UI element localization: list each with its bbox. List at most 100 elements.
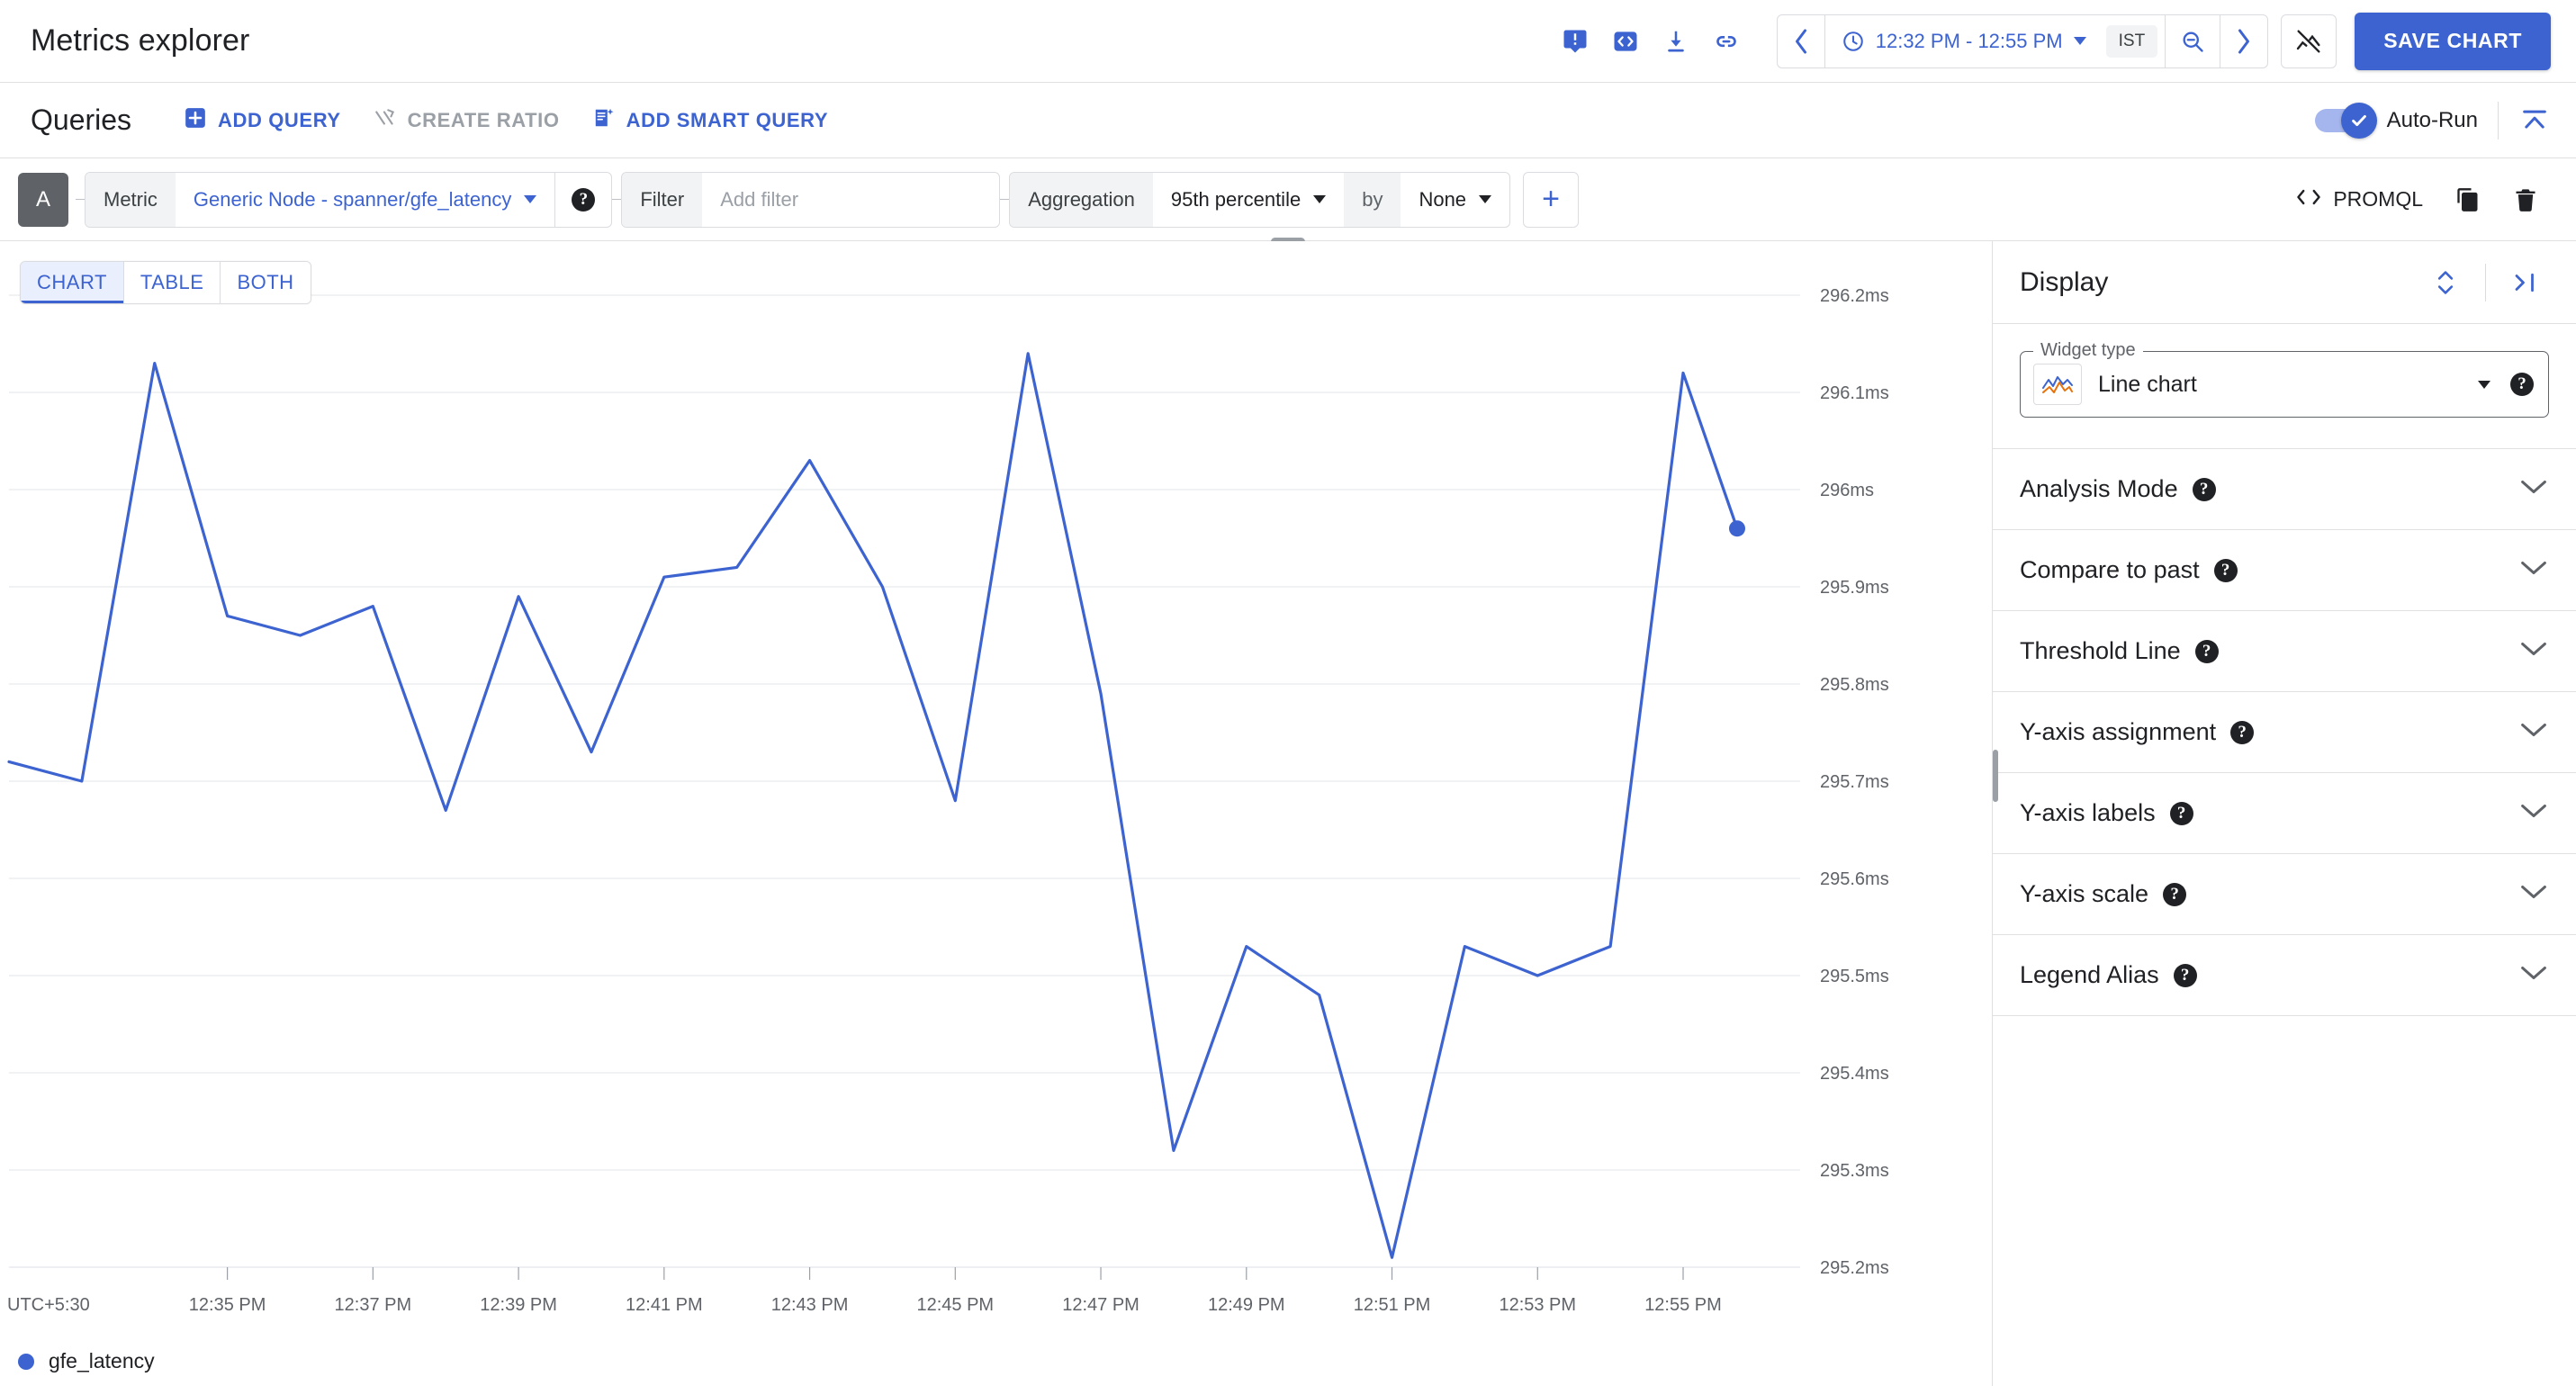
y-axis-tick-label: 295.3ms — [1820, 1161, 1889, 1181]
download-icon[interactable] — [1651, 16, 1701, 67]
chevron-down-icon — [2518, 720, 2549, 744]
divider — [2498, 101, 2499, 140]
groupby-select[interactable]: None — [1401, 173, 1509, 227]
display-section-y-axis-scale[interactable]: Y-axis scale? — [1993, 854, 2576, 935]
display-section-threshold-line[interactable]: Threshold Line? — [1993, 611, 2576, 692]
section-label: Legend Alias — [2020, 961, 2159, 988]
tab-chart[interactable]: CHART — [21, 262, 124, 303]
widget-type-select[interactable]: Widget type Line chart ? — [2020, 340, 2549, 418]
panel-scrollbar[interactable] — [1993, 750, 1998, 802]
autorun-toggle[interactable] — [2314, 102, 2377, 139]
x-axis-tick-label: 12:53 PM — [1499, 1295, 1576, 1315]
tab-table[interactable]: TABLE — [123, 262, 221, 303]
section-label: Threshold Line — [2020, 637, 2181, 664]
line-chart-svg[interactable]: 296.2ms 296.1ms 296ms 295.9ms 295.8ms 295.7ms… — [0, 241, 1992, 1386]
time-range-label: 12:32 PM - 12:55 PM — [1875, 29, 2063, 52]
metric-field-group: Metric Generic Node - spanner/gfe_latenc… — [85, 171, 613, 228]
chevron-down-icon — [1313, 195, 1327, 203]
plus-square-icon — [184, 106, 207, 135]
x-axis-tick-label: 12:51 PM — [1354, 1295, 1431, 1315]
tab-both[interactable]: BOTH — [221, 262, 311, 303]
queries-bar: Queries ADD QUERY CREATE RATIO ADD SMART… — [0, 83, 2576, 158]
code-icon[interactable] — [1600, 16, 1651, 67]
display-section-legend-alias[interactable]: Legend Alias? — [1993, 935, 2576, 1016]
help-icon: ? — [2163, 882, 2187, 906]
plot-area[interactable]: 296.2ms 296.1ms 296ms 295.9ms 295.8ms 295.7ms… — [0, 241, 1992, 1386]
y-axis-tick-label: 295.6ms — [1820, 869, 1889, 889]
create-ratio-button[interactable]: CREATE RATIO — [357, 97, 576, 144]
chevron-down-icon — [2478, 380, 2490, 389]
groupby-value: None — [1419, 187, 1467, 211]
query-letter-chip[interactable]: A — [18, 172, 68, 227]
help-icon-button[interactable]: ? — [2192, 477, 2216, 501]
queries-title: Queries — [31, 104, 132, 136]
filter-field-group: Filter Add filter — [621, 171, 1001, 228]
hide-legend-icon[interactable] — [2281, 14, 2337, 68]
metric-select[interactable]: Generic Node - spanner/gfe_latency — [176, 173, 554, 227]
delete-query-icon[interactable] — [2500, 175, 2551, 225]
save-chart-button[interactable]: SAVE CHART — [2355, 12, 2551, 70]
y-axis-tick-label: 295.4ms — [1820, 1064, 1889, 1084]
metric-value: Generic Node - spanner/gfe_latency — [193, 187, 512, 211]
y-axis-tick-label: 295.5ms — [1820, 967, 1889, 986]
chart-legend[interactable]: gfe_latency — [18, 1349, 155, 1373]
feedback-icon[interactable] — [1550, 16, 1600, 67]
connector — [612, 199, 622, 200]
autorun-control: Auto-Run — [2314, 102, 2478, 139]
duplicate-query-icon[interactable] — [2443, 175, 2493, 225]
y-axis-tick-label: 296ms — [1820, 481, 1874, 500]
appbar-tools: 12:32 PM - 12:55 PM IST SAVE CHART — [1550, 12, 2551, 70]
time-prev-button[interactable] — [1778, 15, 1824, 68]
chevron-down-icon — [1479, 195, 1492, 203]
display-section-y-axis-labels[interactable]: Y-axis labels? — [1993, 773, 2576, 854]
y-axis-tick-label: 296.1ms — [1820, 383, 1889, 403]
connector — [1000, 199, 1010, 200]
display-section-y-axis-assignment[interactable]: Y-axis assignment? — [1993, 692, 2576, 773]
filter-input[interactable]: Add filter — [702, 173, 999, 227]
collapse-queries-button[interactable] — [2518, 105, 2551, 136]
section-label: Y-axis assignment — [2020, 718, 2217, 745]
grid-lines — [9, 294, 1800, 1268]
y-axis-tick-label: 295.8ms — [1820, 675, 1889, 695]
zoom-out-icon[interactable] — [2166, 15, 2220, 68]
aggregation-field-group: Aggregation 95th percentile by None — [1009, 171, 1511, 228]
display-section-compare-to-past[interactable]: Compare to past? — [1993, 530, 2576, 611]
close-panel-icon[interactable] — [2500, 257, 2551, 308]
metric-label: Metric — [86, 172, 176, 227]
add-smart-query-button[interactable]: ADD SMART QUERY — [576, 97, 845, 144]
metric-help-button[interactable]: ? — [555, 173, 611, 227]
x-axis-tick-label: 12:35 PM — [189, 1295, 266, 1315]
autorun-label: Auto-Run — [2386, 107, 2478, 132]
help-icon-button[interactable]: ? — [2163, 882, 2187, 906]
chart-pane: CHART TABLE BOTH 296.2ms 296.1ms 296ms 295.… — [0, 241, 1993, 1386]
chevron-down-icon — [2518, 477, 2549, 501]
help-icon-button[interactable]: ? — [2169, 801, 2193, 825]
aggregation-select[interactable]: 95th percentile — [1153, 173, 1344, 227]
help-icon-button[interactable]: ? — [2173, 963, 2197, 987]
chevron-down-icon — [2518, 639, 2549, 663]
display-section-analysis-mode[interactable]: Analysis Mode? — [1993, 449, 2576, 530]
widget-type-help-button[interactable]: ? — [2510, 373, 2534, 396]
display-header-actions — [2420, 257, 2551, 308]
x-axis-tick-label: 12:41 PM — [626, 1295, 703, 1315]
help-icon: ? — [2194, 639, 2219, 663]
clock-icon — [1842, 31, 1863, 51]
help-icon-button[interactable]: ? — [2213, 558, 2238, 582]
smart-query-icon — [592, 106, 616, 135]
section-label: Y-axis labels — [2020, 799, 2156, 826]
x-axis-tick-label: 12:43 PM — [771, 1295, 849, 1315]
chevron-down-icon — [524, 195, 537, 203]
add-aggregation-button[interactable]: + — [1523, 171, 1580, 228]
help-icon-button[interactable]: ? — [2230, 720, 2255, 744]
help-icon-button[interactable]: ? — [2194, 639, 2219, 663]
promql-button[interactable]: PROMQL — [2283, 179, 2436, 220]
timezone-button[interactable]: IST — [2105, 24, 2158, 58]
add-query-button[interactable]: ADD QUERY — [167, 97, 357, 144]
series-end-marker[interactable] — [1729, 520, 1745, 537]
help-icon: ? — [2173, 963, 2197, 987]
time-next-button[interactable] — [2220, 15, 2267, 68]
time-range-selector[interactable]: 12:32 PM - 12:55 PM — [1825, 15, 2099, 68]
link-icon[interactable] — [1701, 16, 1752, 67]
view-mode-tabs: CHART TABLE BOTH — [20, 261, 311, 304]
expand-collapse-icon[interactable] — [2420, 257, 2471, 308]
